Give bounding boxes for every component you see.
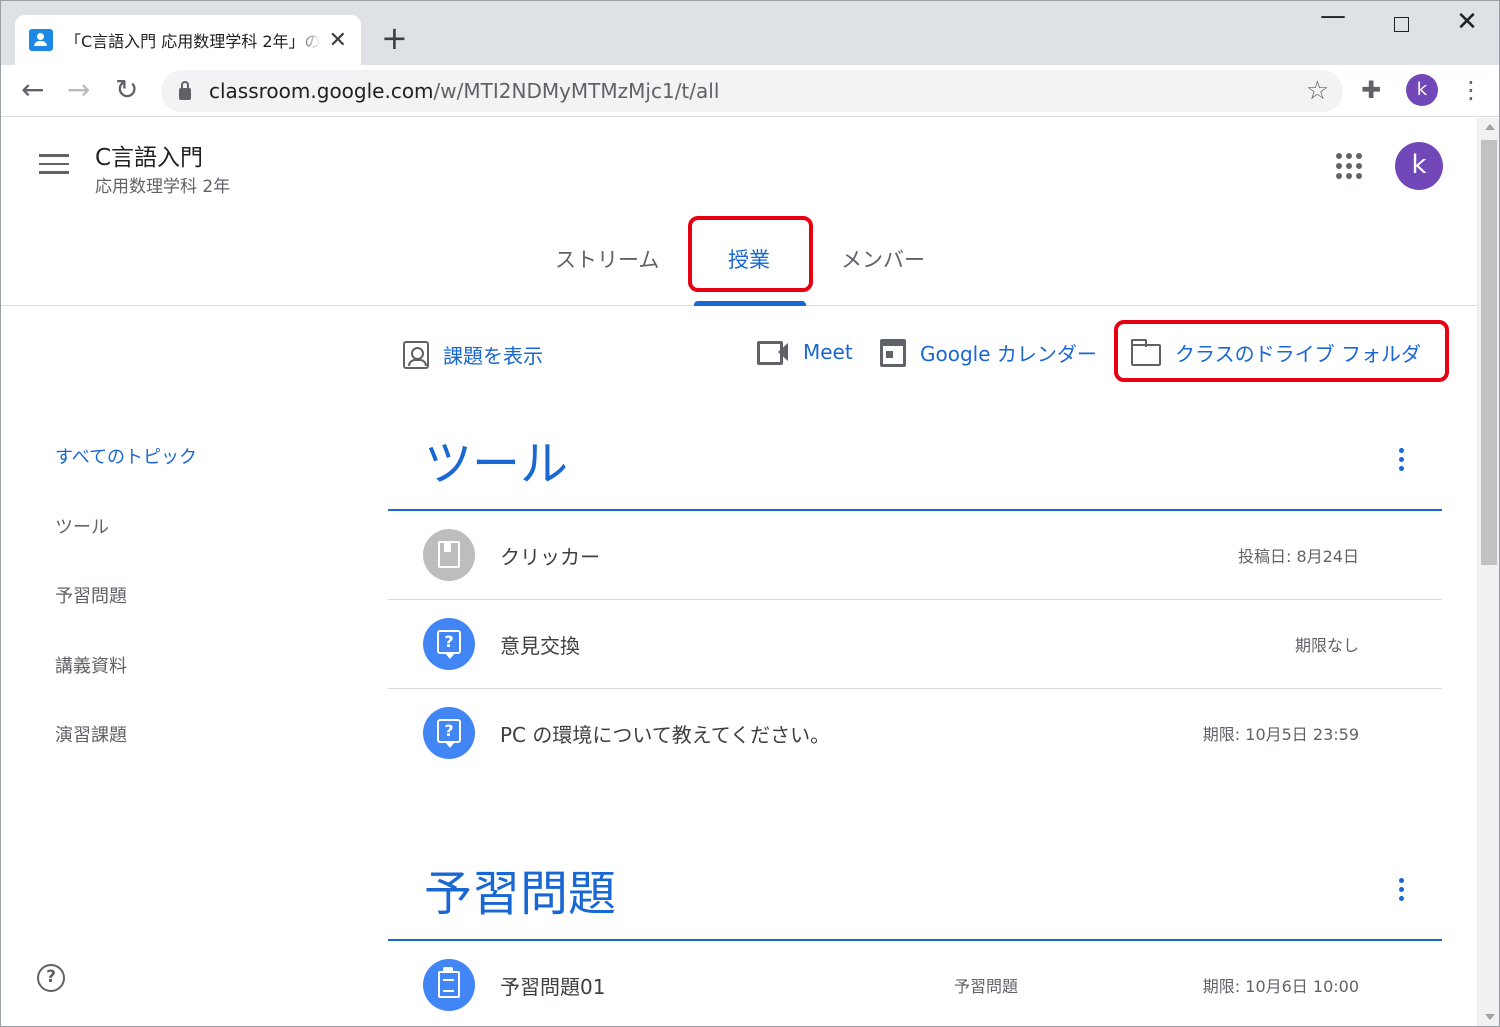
- item-topic-tag: 予習問題: [954, 977, 1019, 996]
- tab-strip: 「C言語入門 応用数理学科 2年」の ✕ + — ✕: [1, 1, 1499, 65]
- bookmark-star-icon[interactable]: ☆: [1306, 76, 1329, 106]
- topic-title: ツール: [424, 436, 569, 492]
- scroll-thumb[interactable]: [1481, 140, 1497, 565]
- item-title: 予習問題01: [500, 975, 606, 999]
- list-item[interactable]: ? PC の環境について教えてください。 期限: 10月5日 23:59: [388, 689, 1442, 778]
- tab-stream[interactable]: ストリーム: [555, 244, 659, 274]
- url-host: classroom.google.com: [209, 79, 434, 103]
- class-tabs: ストリーム 授業 メンバー: [1, 216, 1477, 306]
- view-assignments-link[interactable]: 課題を表示: [403, 340, 543, 369]
- meet-label: Meet: [803, 340, 853, 364]
- new-tab-button[interactable]: +: [381, 19, 408, 57]
- question-icon: ?: [423, 707, 475, 759]
- scroll-up-arrow-icon[interactable]: [1485, 124, 1495, 130]
- sidebar-item-tools[interactable]: ツール: [55, 513, 109, 539]
- classwork-actions: 課題を表示 Meet Google カレンダー クラスのドライブ フォルダ: [1, 320, 1477, 388]
- topic-more-icon[interactable]: [1391, 878, 1411, 905]
- account-avatar[interactable]: k: [1395, 142, 1443, 190]
- item-meta: 期限なし: [1294, 636, 1359, 655]
- calendar-label: Google カレンダー: [920, 342, 1097, 366]
- reload-icon[interactable]: ↻: [115, 75, 138, 105]
- maximize-icon: [1393, 17, 1409, 32]
- list-item[interactable]: クリッカー 投稿日: 8月24日: [388, 511, 1442, 600]
- lock-icon: [179, 80, 191, 100]
- maximize-button[interactable]: [1381, 7, 1421, 38]
- classroom-page: C言語入門 応用数理学科 2年 k ストリーム 授業 メンバー 課題を表示 Me…: [1, 118, 1477, 1026]
- address-bar[interactable]: classroom.google.com/w/MTI2NDMyMTMzMjc1/…: [161, 70, 1343, 112]
- class-section: 応用数理学科 2年: [95, 177, 231, 197]
- url-text: classroom.google.com/w/MTI2NDMyMTMzMjc1/…: [209, 79, 719, 103]
- calendar-link[interactable]: Google カレンダー: [880, 338, 1097, 367]
- back-arrow-icon[interactable]: ←: [21, 75, 44, 105]
- view-assignments-label: 課題を表示: [443, 344, 543, 368]
- forward-arrow-icon[interactable]: →: [67, 75, 90, 105]
- sidebar-item-all-topics[interactable]: すべてのトピック: [55, 443, 197, 469]
- page-scrollbar[interactable]: [1477, 118, 1499, 1026]
- browser-toolbar: ← → ↻ classroom.google.com/w/MTI2NDMyMTM…: [1, 65, 1499, 117]
- highlight-box-drive-folder: [1114, 320, 1449, 382]
- class-title[interactable]: C言語入門: [95, 138, 203, 172]
- list-item[interactable]: 予習問題01 予習問題 期限: 10月6日 10:00: [388, 941, 1442, 1026]
- topic-more-icon[interactable]: [1391, 448, 1411, 475]
- topic-title: 予習問題: [424, 866, 617, 922]
- help-icon[interactable]: ?: [37, 964, 65, 992]
- item-meta: 投稿日: 8月24日: [1237, 547, 1359, 566]
- list-item[interactable]: ? 意見交換 期限なし: [388, 600, 1442, 689]
- item-title: 意見交換: [500, 634, 580, 658]
- browser-tab[interactable]: 「C言語入門 応用数理学科 2年」の ✕: [15, 15, 361, 65]
- item-meta: 期限: 10月6日 10:00: [1202, 977, 1359, 996]
- assignment-icon: [423, 959, 475, 1011]
- material-icon: [423, 529, 475, 581]
- classroom-favicon-icon: [29, 29, 53, 51]
- active-tab-indicator: [694, 301, 806, 306]
- scroll-down-arrow-icon[interactable]: [1485, 1014, 1495, 1020]
- browser-menu-icon[interactable]: ⋮: [1459, 75, 1483, 105]
- sidebar-item-lecture-materials[interactable]: 講義資料: [55, 652, 127, 678]
- tab-title: 「C言語入門 応用数理学科 2年」の: [65, 32, 321, 51]
- google-apps-icon[interactable]: [1336, 153, 1362, 179]
- item-title: クリッカー: [500, 545, 600, 569]
- meet-link[interactable]: Meet: [757, 340, 853, 365]
- video-camera-icon: [757, 341, 789, 365]
- extensions-puzzle-icon[interactable]: ✚: [1361, 76, 1381, 104]
- item-meta: 期限: 10月5日 23:59: [1202, 725, 1359, 744]
- item-title: PC の環境について教えてください。: [500, 723, 831, 747]
- window-close-button[interactable]: ✕: [1447, 7, 1487, 37]
- browser-window: 「C言語入門 応用数理学科 2年」の ✕ + — ✕ ← → ↻ classro…: [0, 0, 1500, 1027]
- assignment-ind-icon: [403, 340, 429, 369]
- tab-people[interactable]: メンバー: [841, 244, 925, 274]
- highlight-box-classwork: [688, 216, 813, 292]
- sidebar-item-exercises[interactable]: 演習課題: [55, 721, 127, 747]
- minimize-button[interactable]: —: [1313, 1, 1353, 31]
- hamburger-menu-icon[interactable]: [39, 154, 69, 176]
- question-icon: ?: [423, 618, 475, 670]
- calendar-icon: [880, 338, 906, 367]
- sidebar-item-preparation[interactable]: 予習問題: [55, 582, 127, 608]
- browser-profile-avatar[interactable]: k: [1406, 74, 1438, 106]
- url-path: /w/MTI2NDMyMTMzMjc1/t/all: [433, 79, 720, 103]
- tab-close-icon[interactable]: ✕: [329, 28, 347, 53]
